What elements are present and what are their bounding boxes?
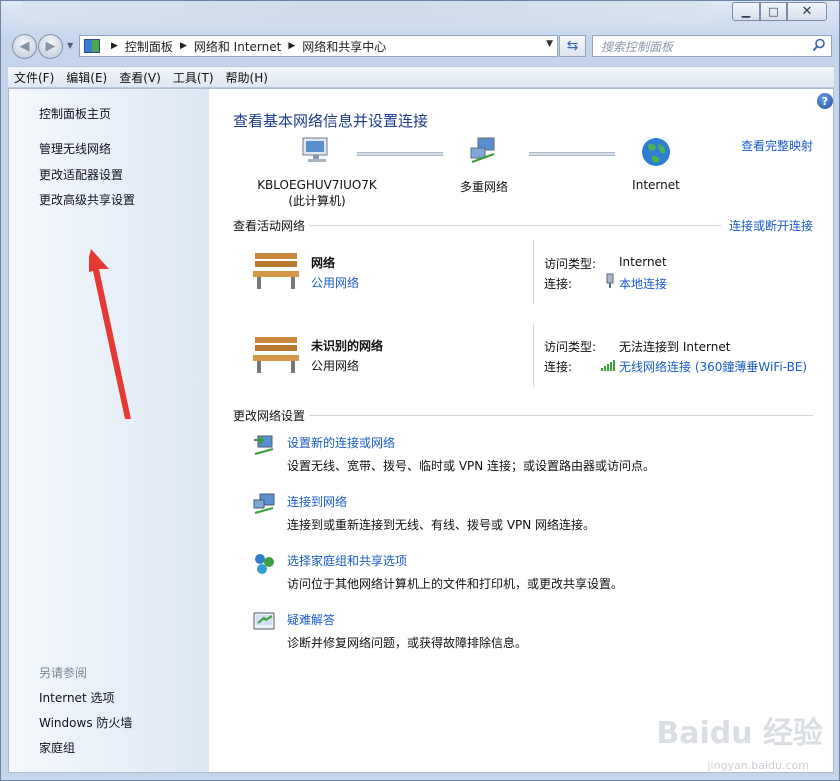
- sidebar-homegroup[interactable]: 家庭组: [39, 739, 75, 756]
- view-full-map-link[interactable]: 查看完整映射: [741, 137, 813, 154]
- baidu-watermark-url: jingyan.baidu.com: [707, 759, 809, 772]
- task-connect-network-link[interactable]: 连接到网络: [287, 493, 347, 510]
- task-setup-connection-link[interactable]: 设置新的连接或网络: [287, 434, 395, 451]
- maximize-button[interactable]: □: [760, 2, 787, 21]
- breadcrumb-network-sharing-center[interactable]: 网络和共享中心: [302, 38, 386, 55]
- network-1-access-value: Internet: [619, 255, 667, 269]
- sidebar-windows-firewall[interactable]: Windows 防火墙: [39, 714, 132, 731]
- sidebar: 控制面板主页 管理无线网络 更改适配器设置 更改高级共享设置 另请参阅 Inte…: [9, 89, 209, 772]
- ethernet-icon: [606, 273, 614, 288]
- navigation-bar: ◀ ▶ ▼ ▶ 控制面板 ▶ 网络和 Internet ▶ 网络和共享中心 ▼ …: [7, 31, 835, 61]
- network-2-access-value: 无法连接到 Internet: [619, 340, 731, 354]
- network-2-access-label: 访问类型:: [544, 340, 597, 354]
- close-icon: ✕: [801, 4, 813, 19]
- refresh-button[interactable]: ⇆: [559, 35, 586, 57]
- network-2-connection-link[interactable]: 无线网络连接 (360鐘薄垂WiFi-BE): [619, 358, 807, 375]
- chevron-right-icon: ▶: [111, 41, 118, 51]
- task-troubleshoot-desc: 诊断并修复网络问题，或获得故障排除信息。: [287, 636, 528, 650]
- back-arrow-icon: ◀: [19, 39, 30, 54]
- control-panel-icon: [84, 39, 100, 53]
- network-2-name: 未识别的网络: [311, 339, 384, 353]
- map-node-internet[interactable]: Internet: [616, 136, 696, 192]
- sidebar-internet-options[interactable]: Internet 选项: [39, 689, 114, 706]
- forward-button[interactable]: ▶: [38, 34, 63, 59]
- network-1-connection-link[interactable]: 本地连接: [619, 275, 667, 292]
- node-computer-name: KBLOEGHUV7IUO7K: [257, 178, 377, 192]
- annotation-arrow: [89, 249, 131, 419]
- network-divider: [533, 240, 534, 304]
- node-computer-sub: (此计算机): [288, 194, 346, 208]
- minimize-button[interactable]: ▁: [732, 2, 760, 21]
- search-placeholder: 搜索控制面板: [601, 39, 674, 54]
- connect-to-network-icon: [253, 493, 275, 514]
- breadcrumb-network-internet[interactable]: 网络和 Internet: [194, 38, 281, 55]
- main-panel: 查看基本网络信息并设置连接 查看完整映射 KBLOEGHUV7IUO7K (此计…: [209, 89, 835, 772]
- connect-disconnect-link[interactable]: 连接或断开连接: [729, 217, 813, 234]
- recent-pages-dropdown[interactable]: ▼: [67, 41, 73, 50]
- network-2-connection-label: 连接:: [544, 360, 573, 374]
- section-divider: [309, 415, 813, 416]
- task-homegroup-link[interactable]: 选择家庭组和共享选项: [287, 552, 407, 569]
- refresh-icon: ⇆: [566, 38, 579, 54]
- task-setup-connection-desc: 设置无线、宽带、拨号、临时或 VPN 连接；或设置路由器或访问点。: [287, 459, 656, 473]
- sidebar-control-panel-home[interactable]: 控制面板主页: [39, 105, 111, 122]
- unidentified-network-bench-icon: [253, 337, 299, 373]
- menu-help[interactable]: 帮助(H): [226, 69, 268, 86]
- back-button[interactable]: ◀: [12, 34, 37, 59]
- map-connector: [529, 152, 615, 156]
- section-divider: [309, 225, 721, 226]
- maximize-icon: □: [768, 5, 779, 18]
- address-dropdown-icon[interactable]: ▼: [546, 39, 553, 49]
- multiple-networks-icon: [470, 137, 495, 163]
- network-1-connection-label: 连接:: [544, 277, 573, 291]
- wifi-signal-icon: [601, 360, 615, 371]
- troubleshoot-icon: [253, 612, 275, 630]
- new-connection-icon: [254, 435, 274, 455]
- menu-file[interactable]: 文件(F): [14, 69, 54, 86]
- active-networks-heading: 查看活动网络: [233, 219, 306, 233]
- search-icon[interactable]: [812, 38, 826, 52]
- sidebar-change-adapter[interactable]: 更改适配器设置: [39, 166, 123, 183]
- window-frame: ▁ □ ✕ ◀ ▶ ▼ ▶ 控制面板 ▶ 网络和 Internet ▶ 网络和共…: [0, 0, 840, 781]
- chevron-right-icon[interactable]: ▶: [180, 41, 187, 51]
- node-multiple-networks-label: 多重网络: [459, 180, 508, 194]
- computer-icon: [302, 137, 328, 162]
- sidebar-advanced-sharing[interactable]: 更改高级共享设置: [39, 191, 135, 208]
- menu-tools[interactable]: 工具(T): [173, 69, 214, 86]
- search-input[interactable]: 搜索控制面板: [592, 35, 832, 57]
- sidebar-manage-wireless[interactable]: 管理无线网络: [39, 140, 111, 157]
- network-1-access-label: 访问类型:: [544, 257, 597, 271]
- menu-bar: 文件(F) 编辑(E) 查看(V) 工具(T) 帮助(H): [8, 66, 834, 88]
- change-settings-heading: 更改网络设置: [233, 409, 306, 423]
- minimize-icon: ▁: [741, 5, 751, 18]
- menu-view[interactable]: 查看(V): [119, 69, 161, 86]
- task-connect-network-desc: 连接到或重新连接到无线、有线、拨号或 VPN 网络连接。: [287, 518, 596, 532]
- breadcrumb-control-panel[interactable]: 控制面板: [125, 38, 173, 55]
- task-troubleshoot-link[interactable]: 疑难解答: [287, 611, 335, 628]
- network-1-name: 网络: [311, 256, 336, 270]
- baidu-watermark: Baidu 经验: [656, 716, 823, 751]
- content-area: 控制面板主页 管理无线网络 更改适配器设置 更改高级共享设置 另请参阅 Inte…: [8, 88, 834, 773]
- map-connector: [357, 152, 443, 156]
- see-also-heading: 另请参阅: [39, 666, 88, 680]
- network-1-type-link[interactable]: 公用网络: [311, 274, 359, 291]
- map-node-multiple-networks[interactable]: 多重网络: [444, 136, 524, 195]
- chevron-right-icon[interactable]: ▶: [288, 41, 295, 51]
- close-button[interactable]: ✕: [787, 2, 827, 21]
- globe-icon: [642, 138, 670, 166]
- network-divider: [533, 323, 534, 387]
- public-network-bench-icon: [253, 253, 299, 289]
- forward-arrow-icon: ▶: [45, 39, 56, 54]
- address-bar[interactable]: ▶ 控制面板 ▶ 网络和 Internet ▶ 网络和共享中心 ▼: [79, 35, 558, 57]
- task-homegroup-desc: 访问位于其他网络计算机上的文件和打印机，或更改共享设置。: [287, 577, 624, 591]
- page-title: 查看基本网络信息并设置连接: [233, 112, 429, 130]
- node-internet-label: Internet: [632, 178, 680, 192]
- homegroup-icon: [255, 554, 274, 574]
- map-node-computer[interactable]: KBLOEGHUV7IUO7K (此计算机): [257, 136, 377, 209]
- menu-edit[interactable]: 编辑(E): [66, 69, 107, 86]
- title-bar: [21, 1, 711, 23]
- network-2-type: 公用网络: [311, 359, 360, 373]
